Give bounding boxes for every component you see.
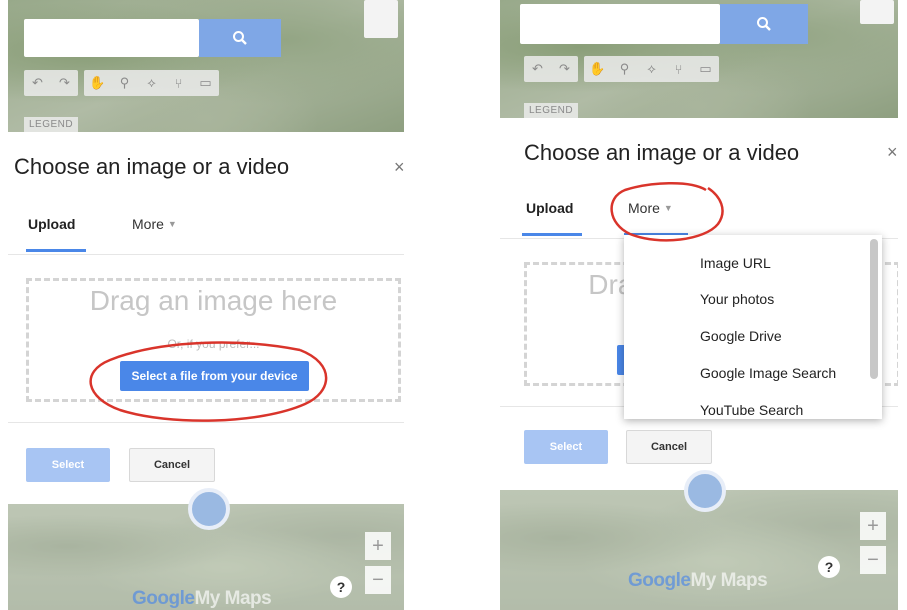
search-input[interactable] [24,19,199,57]
logo-mymaps: My Maps [194,588,272,609]
menu-item-google-drive[interactable]: Google Drive [700,328,782,344]
search-button[interactable] [199,19,281,57]
line-icon[interactable]: ⟡ [138,70,165,96]
marker-icon[interactable]: ⚲ [611,56,638,82]
hand-icon[interactable]: ✋ [84,70,111,96]
search-input[interactable] [520,4,720,44]
map-menu-button[interactable] [860,0,894,24]
route-icon[interactable]: ⑂ [165,70,192,96]
chevron-down-icon: ▼ [167,219,177,229]
chevron-down-icon: ▼ [663,203,673,213]
marker-icon[interactable]: ⚲ [111,70,138,96]
zoom-out-button[interactable]: − [365,566,391,594]
menu-item-youtube-search[interactable]: YouTube Search [700,402,803,418]
tab-more[interactable]: More ▼ [628,200,673,216]
dialog-tabs: Upload More ▼ [500,192,898,239]
tab-indicator [26,249,86,252]
logo-mymaps: My Maps [690,570,768,591]
redo-icon[interactable]: ↷ [51,70,78,96]
select-file-button[interactable]: Select a file from your device [120,361,309,391]
select-button[interactable]: Select [524,430,608,464]
cancel-button[interactable]: Cancel [129,448,215,482]
search-button[interactable] [720,4,808,44]
or-text: Or, if you prefer... [167,337,260,351]
undo-icon[interactable]: ↶ [24,70,51,96]
zoom-in-button[interactable]: + [365,532,391,560]
left-screenshot: ↶ ↷ ✋ ⚲ ⟡ ⑂ ▭ LEGEND Choose an image or … [8,0,404,610]
menu-item-image-url[interactable]: Image URL [700,255,771,271]
more-dropdown-menu: Image URL Your photos Google Drive Googl… [624,235,882,419]
tab-more[interactable]: More ▼ [132,216,177,232]
logo-google: Google [132,588,195,609]
route-icon[interactable]: ⑂ [665,56,692,82]
menu-item-google-image-search[interactable]: Google Image Search [700,365,836,381]
undo-icon[interactable]: ↶ [524,56,551,82]
zoom-in-button[interactable]: + [860,512,886,540]
drag-text: Drag an image here [89,285,338,316]
choose-media-dialog: Choose an image or a video × Upload More… [8,132,404,504]
location-marker [188,488,230,530]
search-icon [757,17,771,31]
footer-divider [8,422,404,423]
select-button[interactable]: Select [26,448,110,482]
tab-upload[interactable]: Upload [526,200,573,216]
dialog-title: Choose an image or a video [524,140,800,165]
drop-zone[interactable]: Drag an image here Or, if you prefer... … [26,278,401,402]
tab-more-label: More [132,216,164,232]
legend-button[interactable]: LEGEND [24,117,79,132]
map-toolbar: ↶ ↷ ✋ ⚲ ⟡ ⑂ ▭ [524,56,725,82]
tab-upload[interactable]: Upload [28,216,75,232]
hand-icon[interactable]: ✋ [584,56,611,82]
redo-icon[interactable]: ↷ [551,56,578,82]
line-icon[interactable]: ⟡ [638,56,665,82]
dialog-title: Choose an image or a video [14,154,290,179]
google-my-maps-logo: GoogleMy Maps [628,570,768,592]
cancel-button[interactable]: Cancel [626,430,712,464]
help-icon[interactable]: ? [818,556,840,578]
menu-item-your-photos[interactable]: Your photos [700,291,774,307]
dropdown-scrollbar[interactable] [870,239,878,379]
legend-button[interactable]: LEGEND [524,103,579,118]
tab-indicator [522,233,582,236]
location-marker [684,470,726,512]
map-menu-button[interactable] [364,0,398,38]
help-icon[interactable]: ? [330,576,352,598]
right-screenshot: ↶ ↷ ✋ ⚲ ⟡ ⑂ ▭ LEGEND Choose an image or … [500,0,898,610]
close-icon[interactable]: × [394,157,404,178]
zoom-out-button[interactable]: − [860,546,886,574]
ruler-icon[interactable]: ▭ [692,56,719,82]
tab-more-label: More [628,200,660,216]
search-icon [233,31,247,45]
ruler-icon[interactable]: ▭ [192,70,219,96]
close-icon[interactable]: × [887,142,898,163]
map-toolbar: ↶ ↷ ✋ ⚲ ⟡ ⑂ ▭ [24,70,225,96]
logo-google: Google [628,570,691,591]
google-my-maps-logo: GoogleMy Maps [132,588,272,610]
dialog-tabs: Upload More ▼ [8,208,404,255]
